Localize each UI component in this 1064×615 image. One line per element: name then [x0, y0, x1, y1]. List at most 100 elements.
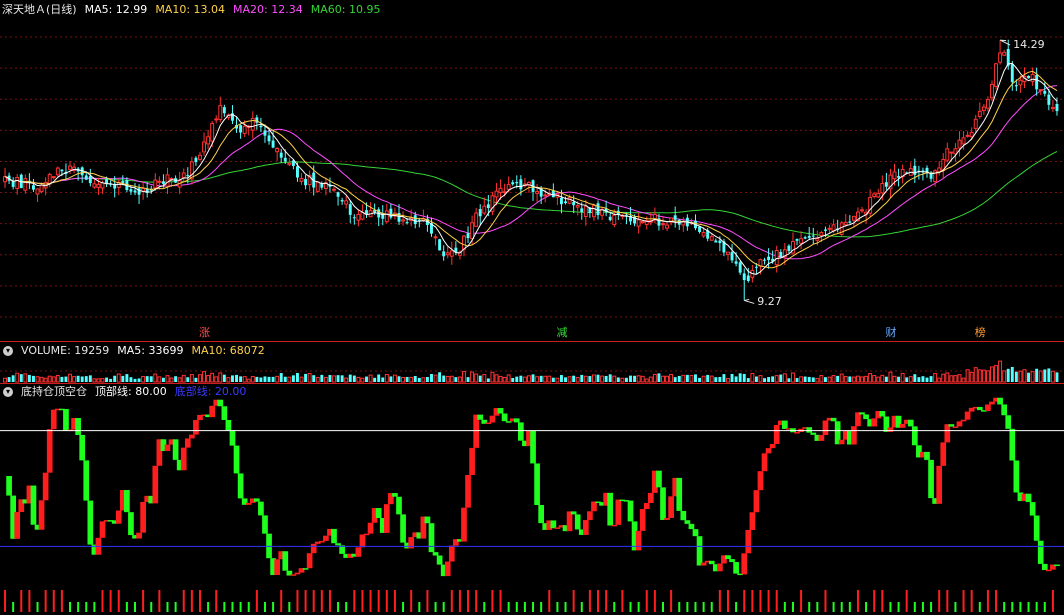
oscillator-bar: [258, 501, 264, 516]
oscillator-bar: [75, 418, 81, 435]
volume-bar: [555, 377, 560, 383]
volume-bar: [283, 376, 287, 382]
volume-bar: [795, 378, 799, 382]
volume-bar: [11, 375, 15, 382]
chevron-down-icon[interactable]: ▾: [3, 346, 13, 356]
candle-body: [511, 182, 515, 185]
volume-bar: [673, 377, 677, 382]
volume-bar: [405, 376, 409, 382]
candle-body: [580, 208, 584, 213]
volume-bar: [194, 377, 198, 382]
candle-body: [851, 215, 856, 221]
candle-body: [884, 182, 888, 187]
volume-bar: [823, 377, 827, 382]
volume-bar: [80, 376, 84, 382]
oscillator-bar: [700, 562, 707, 566]
oscillator-bar: [63, 409, 69, 431]
oscillator-bar: [282, 551, 289, 571]
volume-bar: [855, 375, 860, 383]
volume-bar: [1038, 370, 1043, 383]
signal-tick: [653, 590, 656, 612]
oscillator-bar: [489, 415, 496, 423]
volume-bar: [1002, 370, 1007, 383]
candle-body: [726, 251, 730, 255]
candle-body: [1027, 75, 1031, 79]
signal-tick: [426, 590, 429, 612]
oscillator-bar: [643, 503, 650, 510]
candle-body: [356, 213, 361, 221]
oscillator-bar: [863, 414, 869, 420]
oscillator-bar: [639, 509, 646, 531]
chevron-down-icon[interactable]: ▾: [3, 387, 13, 397]
volume-bar: [315, 376, 320, 383]
volume-bar: [116, 373, 121, 383]
candle-body: [819, 231, 824, 237]
volume-bar: [661, 375, 665, 383]
volume-bar: [442, 375, 446, 382]
oscillator-bar: [497, 408, 504, 414]
volume-bar: [64, 376, 68, 382]
oscillator-bar: [99, 521, 106, 538]
oscillator-bar: [465, 475, 471, 508]
candle-body: [279, 152, 283, 158]
candle-body: [218, 105, 223, 121]
candle-body: [384, 210, 389, 223]
event-marker[interactable]: 榜: [974, 326, 987, 340]
candle-body: [515, 182, 519, 184]
candle-body: [275, 147, 280, 153]
candle-body: [1010, 64, 1014, 83]
volume-bar: [998, 360, 1003, 383]
oscillator-bar: [424, 516, 431, 524]
volume-bar: [973, 367, 978, 383]
volume-bar: [583, 375, 588, 383]
signal-tick: [44, 590, 47, 612]
volume-bar: [575, 377, 580, 383]
volume-bar: [787, 378, 791, 382]
volume-bar: [608, 374, 612, 382]
volume-bar: [425, 376, 429, 382]
candle-body: [263, 130, 267, 136]
oscillator-bar: [38, 500, 45, 530]
volume-bar: [872, 375, 877, 383]
signal-tick: [320, 590, 323, 612]
signal-tick: [467, 590, 470, 612]
volume-bar: [141, 376, 146, 383]
volume-bar: [153, 373, 158, 383]
candle-body: [1035, 75, 1039, 90]
candle-body: [153, 179, 158, 189]
volume-bar: [657, 373, 661, 382]
candle-body: [161, 181, 165, 184]
volume-bar: [864, 375, 869, 383]
event-marker[interactable]: 财: [884, 326, 897, 340]
volume-bar: [742, 373, 746, 382]
oscillator-bar: [1037, 540, 1044, 564]
volume-bar: [600, 375, 605, 383]
candle-body: [698, 226, 702, 233]
event-marker[interactable]: 涨: [198, 326, 211, 340]
candle-body: [701, 232, 706, 237]
candle-body: [1030, 73, 1035, 82]
candle-body: [96, 184, 101, 188]
volume-bar: [299, 376, 304, 383]
volume-bar: [457, 376, 462, 383]
candle-body: [1038, 89, 1043, 92]
oscillator-bar: [765, 448, 772, 454]
oscillator-bar: [448, 545, 455, 562]
candle-body: [860, 209, 864, 212]
volume-bar: [401, 376, 406, 383]
candle-body: [661, 223, 665, 226]
ma5-path: [4, 62, 1058, 275]
volume-bar: [433, 374, 438, 383]
event-marker[interactable]: 减: [555, 326, 568, 340]
candle-body: [742, 273, 746, 281]
volume-bar: [218, 372, 223, 383]
volume-bar: [1027, 372, 1031, 382]
signal-tick: [670, 590, 673, 612]
oscillator-bar: [513, 418, 520, 423]
volume-bar: [722, 374, 726, 382]
candle-body: [969, 131, 974, 138]
candle-body: [442, 251, 446, 257]
signal-tick: [247, 602, 250, 612]
candle-body: [206, 136, 211, 145]
stock-title[interactable]: 深天地Ａ(日线): [0, 2, 77, 18]
